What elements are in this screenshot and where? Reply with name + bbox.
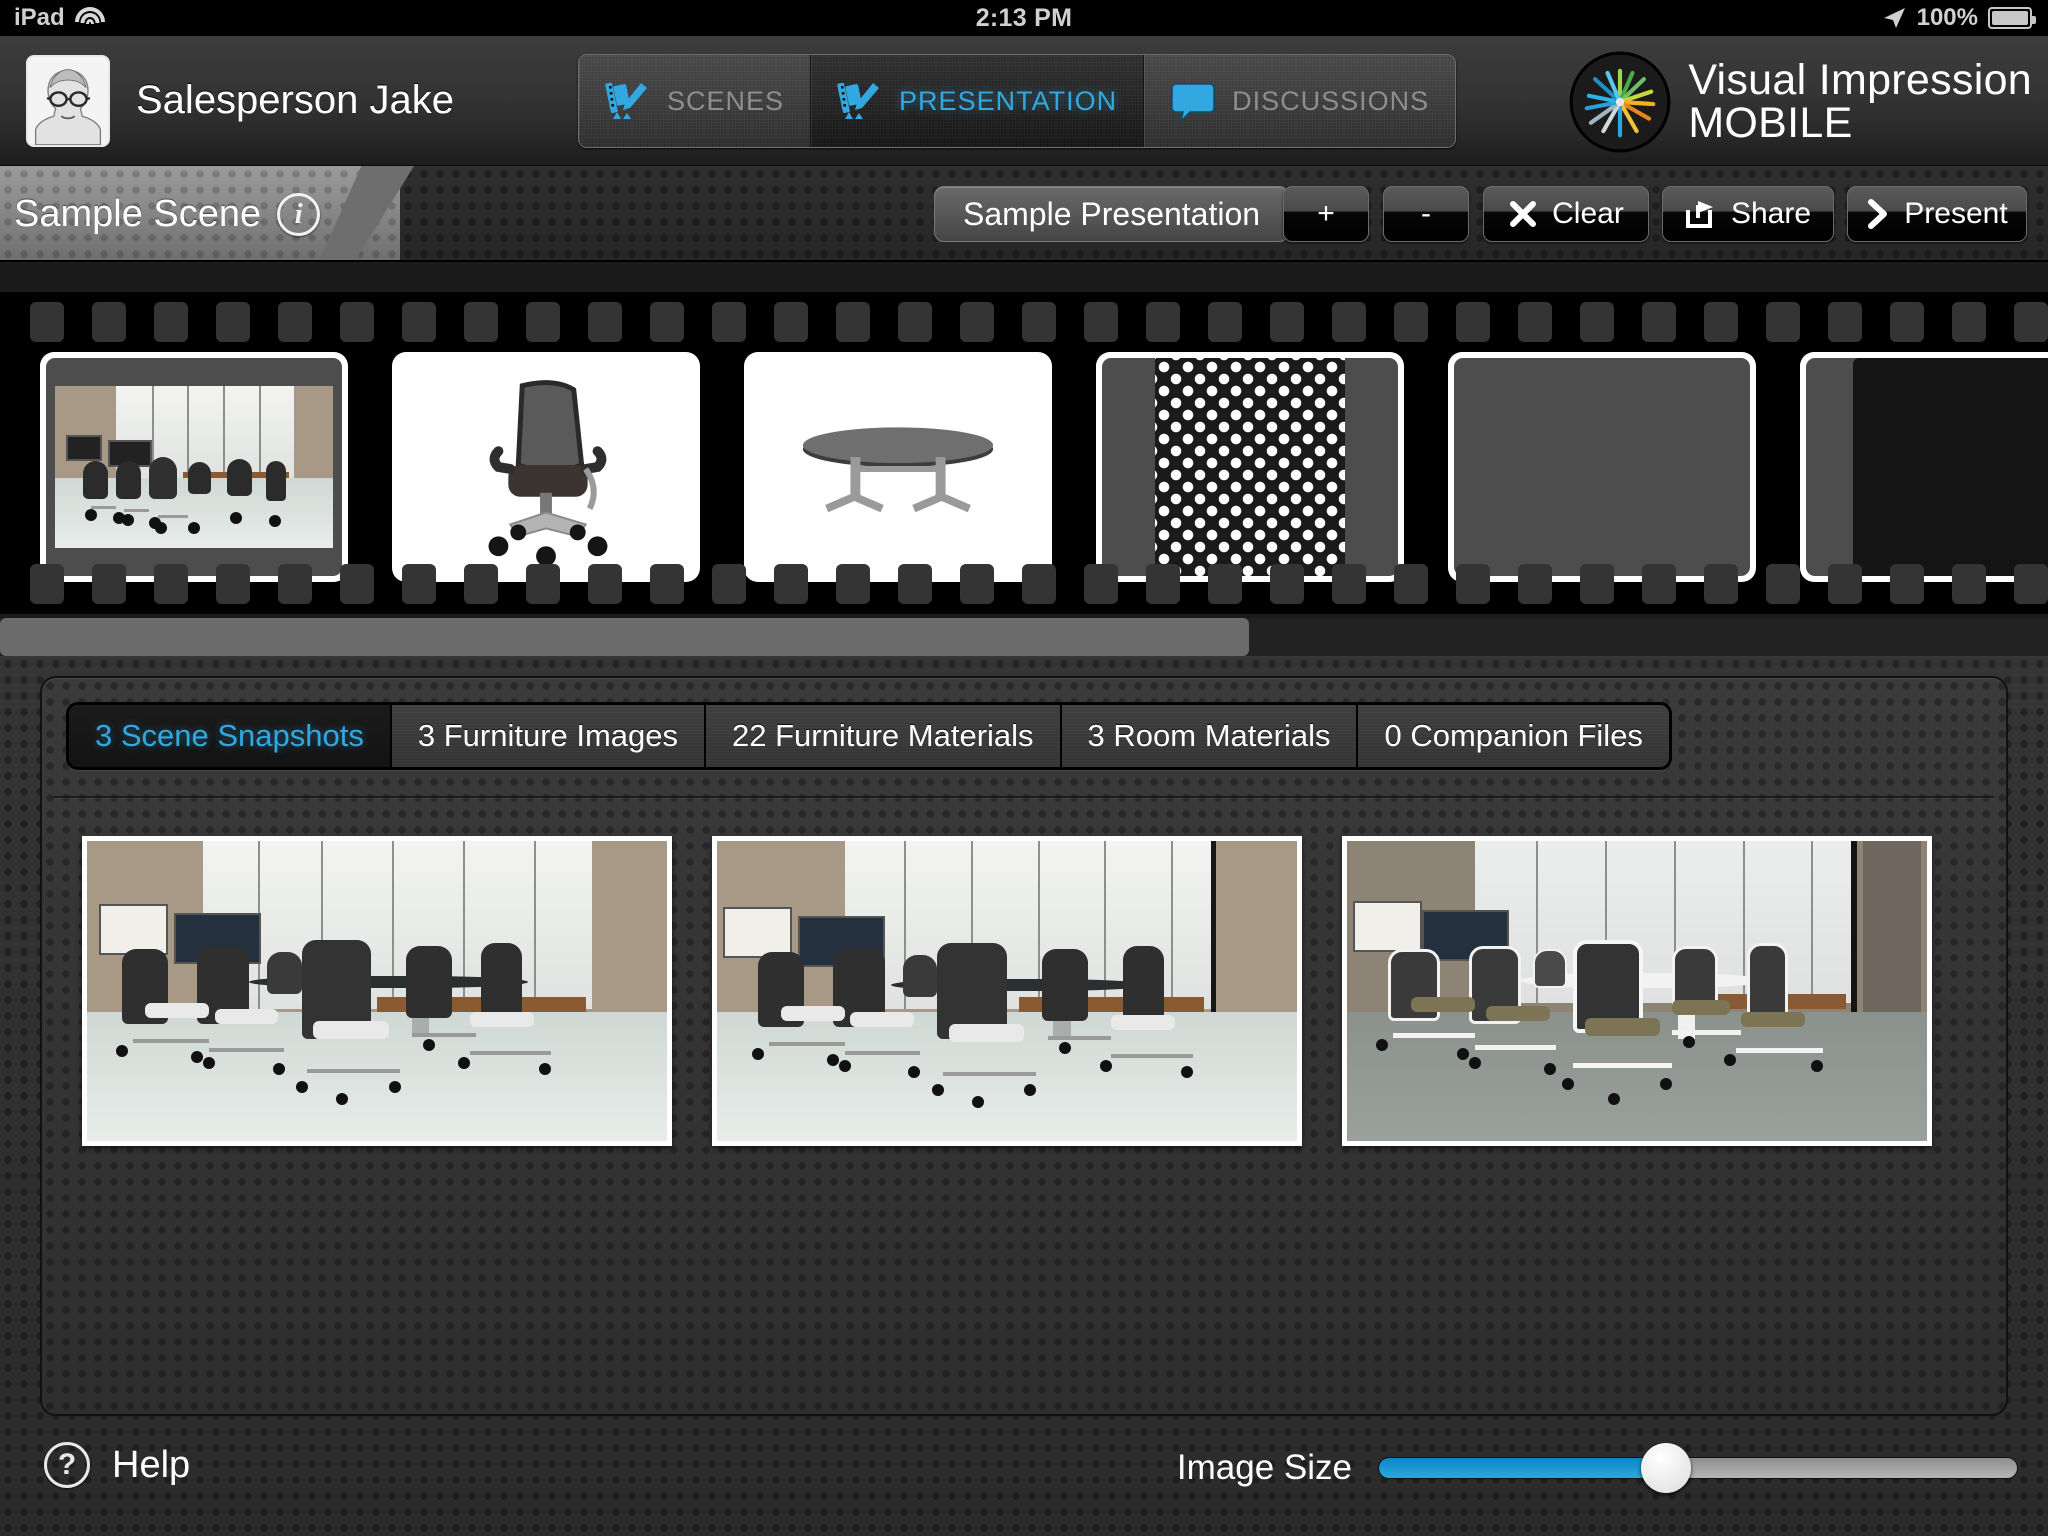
brand-logo-block: Visual Impression MOBILE: [1568, 50, 2032, 154]
presentation-name-field[interactable]: Sample Presentation: [934, 186, 1290, 242]
app-root: iPad 2:13 PM 100% Salesperson Jake SCENE…: [0, 0, 2048, 1536]
tab-scene-snapshots-label: 3 Scene Snapshots: [95, 718, 364, 753]
slider-thumb[interactable]: [1641, 1443, 1691, 1493]
filmstrip-pencil-icon: [605, 82, 647, 119]
filmstrip-thumb-image: [46, 358, 342, 576]
filmstrip-item-dot-material[interactable]: [1096, 352, 1404, 582]
tab-furniture-images-label: 3 Furniture Images: [417, 718, 679, 753]
filmstrip-thumb-image: [398, 358, 694, 576]
clear-button-label: Clear: [1552, 197, 1624, 230]
scene-name: Sample Scene: [14, 192, 262, 235]
nav-tab-discussions-label: DISCUSSIONS: [1232, 85, 1430, 116]
chevron-right-icon: [1868, 199, 1888, 229]
tab-room-materials[interactable]: 3 Room Materials: [1062, 705, 1359, 767]
filmstrip-item-chair[interactable]: [392, 352, 700, 582]
tab-companion-files[interactable]: 0 Companion Files: [1358, 705, 1668, 767]
filmstrip-scrollbar[interactable]: [0, 618, 2048, 656]
filmstrip-sprockets-top: [0, 302, 2048, 342]
battery-icon: [1988, 7, 2036, 29]
battery-percent-label: 100%: [1916, 4, 1978, 31]
filmstrip-pencil-icon: [837, 82, 880, 119]
question-mark-icon: ?: [44, 1442, 90, 1488]
tab-divider: [54, 796, 1994, 798]
status-bar-right: 100%: [1881, 4, 2036, 32]
nav-tab-discussions[interactable]: DISCUSSIONS: [1144, 55, 1455, 147]
tab-scene-snapshots[interactable]: 3 Scene Snapshots: [69, 705, 392, 767]
filmstrip-items: [0, 352, 2048, 582]
nav-tab-presentation-label: PRESENTATION: [899, 85, 1118, 116]
remove-button-label: -: [1421, 197, 1431, 230]
nav-tab-presentation[interactable]: PRESENTATION: [811, 55, 1145, 147]
filmstrip[interactable]: [0, 292, 2048, 614]
present-button[interactable]: Present: [1847, 186, 2027, 242]
brand-text: Visual Impression MOBILE: [1688, 59, 2032, 145]
task-chair-illustration: [427, 358, 665, 576]
tab-room-materials-label: 3 Room Materials: [1087, 718, 1331, 753]
content-tab-bar: 3 Scene Snapshots 3 Furniture Images 22 …: [66, 702, 1672, 770]
image-size-label: Image Size: [1176, 1448, 1352, 1487]
help-label: Help: [112, 1443, 191, 1486]
status-bar-clock: 2:13 PM: [975, 3, 1073, 32]
presentation-name-label: Sample Presentation: [963, 195, 1261, 232]
slider-fill: [1378, 1457, 1666, 1479]
location-arrow-icon: [1883, 8, 1905, 28]
scene-toolbar: Sample Scene i Sample Presentation + - C…: [0, 166, 2048, 262]
image-size-control: Image Size: [1176, 1443, 2018, 1493]
visual-impression-burst-logo: [1569, 51, 1671, 153]
filmstrip-thumb-image: [1454, 358, 1750, 576]
image-size-slider[interactable]: [1378, 1443, 2018, 1493]
speech-bubble-icon: [1171, 83, 1215, 124]
app-header: Salesperson Jake SCENES PRESENTATION DIS…: [0, 36, 2048, 166]
avatar[interactable]: [26, 54, 110, 147]
nav-tab-scenes-label: SCENES: [667, 85, 785, 116]
close-x-icon: [1510, 201, 1537, 227]
scene-tab[interactable]: Sample Scene i: [0, 166, 400, 260]
remove-button[interactable]: -: [1383, 186, 1469, 242]
header-nav-tabs: SCENES PRESENTATION DISCUSSIONS: [578, 54, 1457, 148]
avatar-sketch-icon: [28, 56, 108, 145]
filmstrip-scrollbar-thumb[interactable]: [0, 618, 1250, 656]
brand-line-2: MOBILE: [1688, 99, 1853, 147]
snapshot-item-3[interactable]: [1342, 836, 1932, 1146]
filmstrip-item-scene[interactable]: [40, 352, 348, 582]
nav-tab-scenes[interactable]: SCENES: [579, 55, 812, 147]
snapshot-grid: [82, 836, 1932, 1146]
filmstrip-sprockets-bottom: [0, 564, 2048, 604]
help-button[interactable]: ? Help: [44, 1442, 190, 1488]
add-button[interactable]: +: [1283, 186, 1369, 242]
filmstrip-item-table[interactable]: [744, 352, 1052, 582]
filmstrip-thumb-image: [1806, 358, 2048, 576]
add-button-label: +: [1317, 197, 1335, 230]
tab-furniture-materials-label: 22 Furniture Materials: [732, 718, 1034, 753]
snapshot-image: [87, 841, 667, 1141]
filmstrip-thumb-image: [750, 358, 1046, 576]
filmstrip-item-dark-material[interactable]: [1800, 352, 2048, 582]
clear-button[interactable]: Clear: [1483, 186, 1649, 242]
tab-furniture-images[interactable]: 3 Furniture Images: [392, 705, 707, 767]
filmstrip-item-brown-material[interactable]: [1448, 352, 1756, 582]
info-icon[interactable]: i: [277, 192, 321, 236]
user-name: Salesperson Jake: [136, 78, 454, 122]
snapshot-item-1[interactable]: [82, 836, 672, 1146]
snapshot-image: [1347, 841, 1927, 1141]
share-button-label: Share: [1730, 197, 1812, 230]
share-export-icon: [1685, 201, 1713, 228]
tab-furniture-materials[interactable]: 22 Furniture Materials: [706, 705, 1062, 767]
content-panel: 3 Scene Snapshots 3 Furniture Images 22 …: [40, 676, 2008, 1416]
conference-table-illustration: [779, 358, 1017, 576]
snapshot-item-2[interactable]: [712, 836, 1302, 1146]
ios-status-bar: iPad 2:13 PM 100%: [0, 0, 2048, 36]
filmstrip-thumb-image: [1102, 358, 1398, 576]
share-button[interactable]: Share: [1662, 186, 1834, 242]
brand-line-1: Visual Impression: [1688, 56, 2032, 104]
tab-companion-files-label: 0 Companion Files: [1384, 718, 1643, 753]
present-button-label: Present: [1904, 197, 2008, 230]
snapshot-image: [717, 841, 1297, 1141]
